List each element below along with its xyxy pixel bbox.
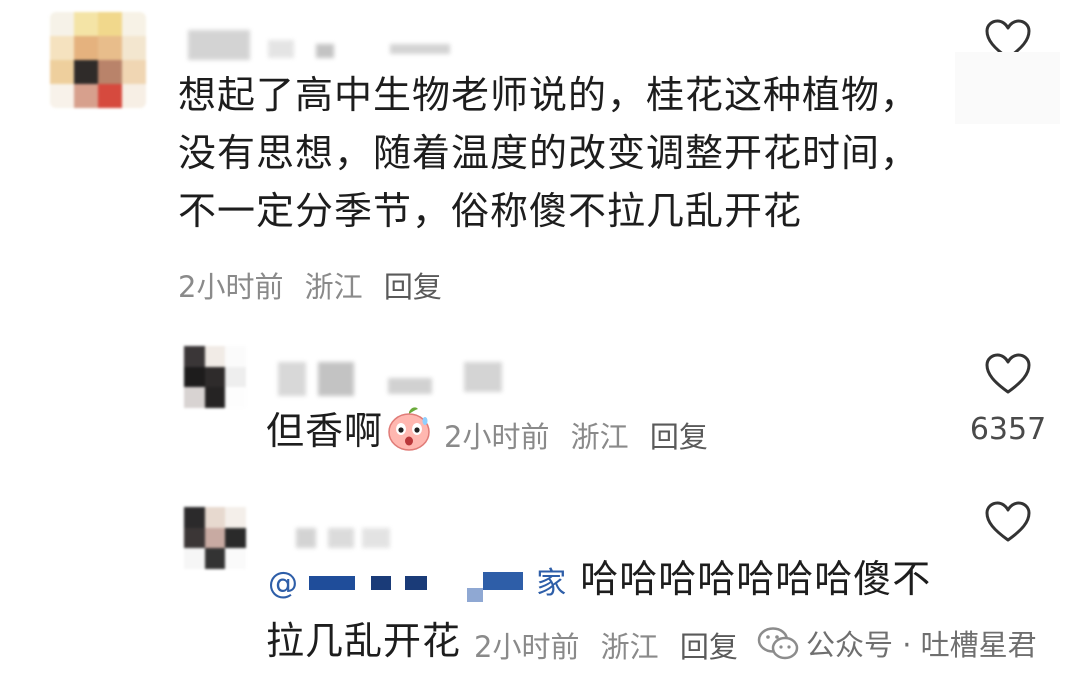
reply-button[interactable]: 回复 (384, 270, 442, 304)
watermark: 公众号 · 吐槽星君 (750, 620, 1047, 666)
username-blurred-4 (464, 362, 502, 392)
comment-text: 想起了高中生物老师说的，桂花这种植物， 没有思想，随着温度的改变调整开花时间， … (178, 66, 919, 240)
username-blurred[interactable] (296, 528, 316, 548)
reply-text: 但香啊 (266, 409, 384, 453)
reply-text: 拉几乱开花 (266, 619, 462, 663)
svg-text:@: @ (268, 566, 296, 601)
comment-line: 没有思想，随着温度的改变调整开花时间， (178, 131, 920, 175)
reply-meta: 2小时前 浙江 回复 (474, 624, 750, 666)
mention-tail: 家 (536, 565, 568, 601)
reply-text-row-2: 拉几乱开花 (266, 612, 461, 670)
username-blurred-2 (318, 362, 354, 396)
reply-time: 2小时前 (474, 630, 580, 664)
username-blurred-4 (390, 44, 450, 54)
reply-time: 2小时前 (444, 420, 550, 454)
username-blurred-2 (268, 40, 294, 58)
comment-meta: 2小时前 浙江 回复 (178, 264, 454, 306)
reply-text-row: 但香啊 (266, 402, 439, 460)
heart-outline-icon[interactable] (984, 352, 1032, 396)
reply-button[interactable]: 回复 (680, 630, 738, 664)
username-blurred-3 (388, 378, 432, 394)
reply-location: 浙江 (600, 630, 659, 664)
reply-text: 哈哈哈哈哈哈哈傻不 (580, 557, 932, 601)
comment-time: 2小时前 (178, 270, 284, 304)
wechat-icon (757, 627, 799, 660)
avatar[interactable] (184, 507, 246, 569)
mention-link[interactable]: @ 家 (266, 551, 567, 613)
reply-button[interactable]: 回复 (650, 420, 708, 454)
comment-line: 想起了高中生物老师说的，桂花这种植物， (178, 73, 920, 117)
username-blurred[interactable] (188, 30, 250, 60)
reply-meta: 2小时前 浙江 回复 (444, 414, 720, 456)
watermark-text: 公众号 · 吐槽星君 (806, 628, 1037, 662)
username-blurred-3 (362, 528, 390, 548)
reply-location: 浙江 (570, 420, 629, 454)
username-blurred-3 (316, 44, 334, 58)
mention-blurred (309, 572, 524, 602)
avatar[interactable] (50, 12, 146, 108)
at-mention-icon: @ (268, 566, 298, 601)
decor-block (955, 52, 1060, 124)
sweating-peach-face-emoji (388, 407, 430, 451)
comment-location: 浙江 (304, 270, 363, 304)
avatar[interactable] (184, 346, 246, 408)
username-blurred-2 (328, 528, 354, 548)
reply-text-row: @ 家 哈哈哈哈哈哈哈傻不 (266, 550, 931, 613)
comment-line: 不一定分季节，俗称傻不拉几乱开花 (178, 189, 803, 233)
username-blurred[interactable] (278, 362, 306, 396)
like-count: 6357 (969, 412, 1047, 447)
heart-outline-icon[interactable] (984, 500, 1032, 544)
